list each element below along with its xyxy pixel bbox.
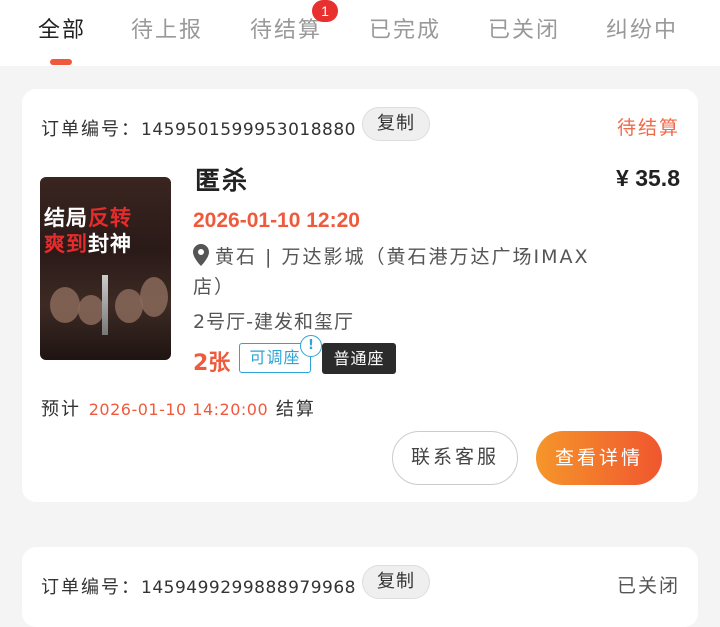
tab-pending-settlement[interactable]: 待结算 — [250, 12, 322, 44]
poster-knife — [102, 275, 108, 335]
tab-pending-report[interactable]: 待上报 — [131, 12, 203, 44]
poster-face — [50, 287, 80, 323]
order-card: 订单编号：1459499299888979968 复制 已关闭 — [22, 547, 698, 627]
settlement-date: 2026-01-10 14:20:00 — [88, 400, 269, 419]
contact-support-button[interactable]: 联系客服 — [392, 431, 518, 485]
poster-slogan-text: 爽到 — [44, 232, 88, 256]
poster-slogan-text: 封神 — [88, 232, 132, 256]
order-card: 订单编号：1459501599953018880 复制 待结算 结局反转 爽到封… — [22, 89, 698, 502]
poster-slogan: 结局反转 爽到封神 — [44, 205, 132, 257]
tab-closed[interactable]: 已关闭 — [488, 12, 560, 44]
copy-order-number-button[interactable]: 复制 — [362, 565, 430, 599]
order-number-label: 订单编号： — [41, 119, 141, 140]
order-number-label: 订单编号： — [41, 577, 141, 598]
pending-settlement-count-badge: 1 — [312, 0, 338, 22]
tab-completed[interactable]: 已完成 — [369, 12, 441, 44]
settlement-suffix: 结算 — [275, 399, 316, 420]
hall-name: 2号厅-建发和玺厅 — [193, 311, 354, 333]
active-tab-indicator — [50, 59, 72, 65]
settlement-estimate: 预计 2026-01-10 14:20:00 结算 — [41, 395, 316, 421]
poster-face — [115, 289, 143, 323]
poster-face — [78, 295, 104, 325]
poster-slogan-text: 反转 — [88, 206, 132, 230]
poster-face — [140, 277, 168, 317]
order-number-row: 订单编号：1459501599953018880 — [41, 115, 356, 141]
location-pin-icon — [193, 244, 209, 266]
cinema-location-text: 黄石 | 万达影城（黄石港万达广场IMAX店） — [193, 246, 590, 298]
showtime: 2026-01-10 12:20 — [193, 209, 360, 232]
cinema-location: 黄石 | 万达影城（黄石港万达广场IMAX店） — [193, 242, 603, 302]
settlement-prefix: 预计 — [41, 399, 81, 420]
ticket-quantity: 2张 — [193, 351, 231, 376]
copy-order-number-button[interactable]: 复制 — [362, 107, 430, 141]
poster-slogan-text: 结局 — [44, 206, 88, 230]
info-icon[interactable]: ! — [300, 335, 322, 357]
order-status-tabs: 全部 待上报 待结算 1 已完成 已关闭 纠纷中 — [0, 0, 720, 66]
order-number: 1459501599953018880 — [141, 120, 357, 140]
view-details-button[interactable]: 查看详情 — [536, 431, 662, 485]
order-price: ¥ 35.8 — [616, 165, 680, 191]
order-number: 1459499299888979968 — [141, 578, 357, 598]
order-number-row: 订单编号：1459499299888979968 — [41, 573, 356, 599]
tab-all[interactable]: 全部 — [38, 12, 86, 44]
movie-poster[interactable]: 结局反转 爽到封神 — [40, 177, 171, 360]
order-status: 待结算 — [616, 117, 680, 139]
movie-title: 匿杀 — [195, 166, 250, 195]
seat-type-tag: 普通座 — [322, 343, 396, 374]
order-status: 已关闭 — [616, 575, 680, 597]
tab-disputed[interactable]: 纠纷中 — [606, 12, 678, 44]
